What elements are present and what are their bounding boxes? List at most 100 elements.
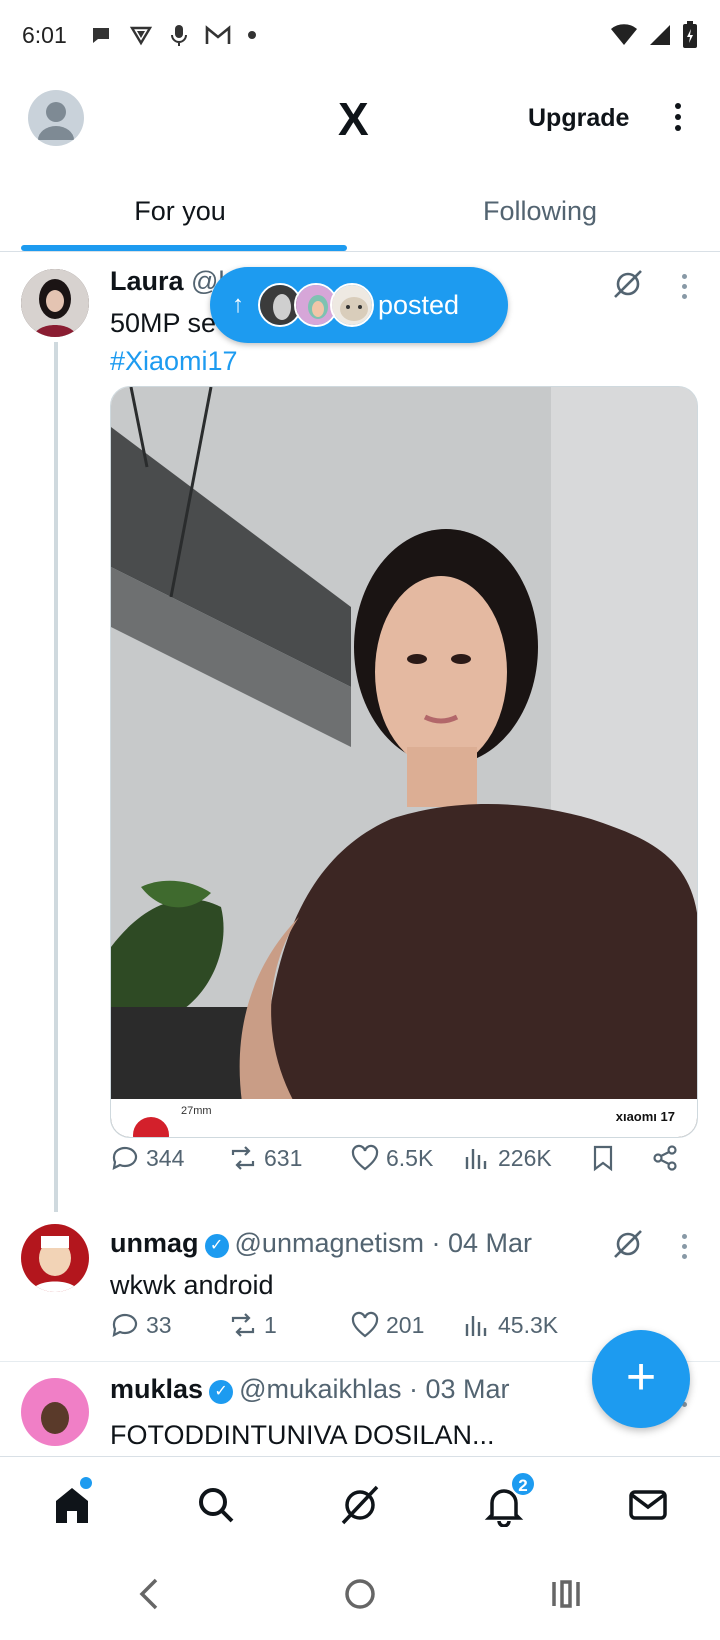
arrow-up-icon: ↑	[232, 291, 244, 318]
like-button[interactable]: 6.5K	[350, 1143, 433, 1173]
nav-home[interactable]	[50, 1477, 94, 1527]
grok-icon[interactable]	[612, 1228, 644, 1260]
post-author[interactable]: unmag ✓ @unmagnetism · 04 Mar	[110, 1228, 532, 1259]
post-author[interactable]: Laura @l	[110, 266, 224, 297]
home-icon	[56, 1488, 88, 1523]
avatar[interactable]	[21, 269, 89, 337]
like-count: 6.5K	[386, 1144, 434, 1171]
views-icon	[465, 1149, 487, 1169]
nav-grok[interactable]	[338, 1483, 382, 1527]
post[interactable]: Laura @l 50MP se #Xiaomi17 27mm xıaomı 1…	[0, 252, 720, 1212]
verified-badge-icon: ✓	[204, 1234, 229, 1258]
post-actions: 344 631 6.5K 226K	[110, 1143, 690, 1183]
notification-count-badge: 2	[510, 1471, 536, 1497]
repost-count: 1	[264, 1311, 277, 1338]
author-handle: @mukaikhlas · 03 Mar	[239, 1374, 510, 1404]
verified-badge-icon: ✓	[209, 1380, 234, 1404]
bookmark-icon	[593, 1145, 613, 1172]
author-name: Laura	[110, 266, 184, 296]
avatar[interactable]	[21, 1378, 89, 1446]
post-image[interactable]: 27mm xıaomı 17	[110, 386, 698, 1138]
post-text: 50MP se	[110, 308, 217, 338]
post-actions: 33 1 201 45.3K	[110, 1310, 690, 1350]
nav-messages[interactable]	[626, 1483, 670, 1527]
status-bar: 6:01	[0, 0, 720, 70]
author-handle: @unmagnetism · 04 Mar	[234, 1228, 533, 1258]
reply-button[interactable]: 33	[110, 1310, 172, 1340]
x-logo: X	[338, 93, 369, 145]
views-count: 226K	[498, 1144, 552, 1171]
repost-icon	[231, 1313, 255, 1337]
back-icon[interactable]	[130, 1574, 170, 1614]
like-button[interactable]: 201	[350, 1310, 424, 1340]
upgrade-button[interactable]: Upgrade	[528, 104, 629, 133]
chat-icon	[92, 28, 109, 43]
media-footer-text: 27mm	[181, 1105, 212, 1117]
recents-icon[interactable]	[546, 1574, 586, 1614]
default-avatar-icon	[38, 102, 74, 140]
heart-icon	[351, 1311, 379, 1338]
post-text: wkwk android	[110, 1270, 274, 1300]
grok-icon	[341, 1485, 379, 1525]
pill-label: posted	[378, 289, 460, 320]
search-icon	[199, 1488, 234, 1523]
views-button[interactable]: 45.3K	[462, 1310, 558, 1340]
vpn-icon	[129, 26, 152, 46]
thread-line	[54, 342, 58, 1212]
post-more-button[interactable]	[680, 1234, 688, 1264]
repost-count: 631	[264, 1144, 303, 1171]
system-status-icons	[610, 21, 698, 49]
notification-icons	[89, 23, 257, 47]
gmail-icon	[205, 25, 231, 44]
signal-icon	[650, 25, 670, 45]
timeline-tabs: For you Following	[0, 178, 720, 252]
dot-icon	[247, 31, 256, 39]
repost-button[interactable]: 1	[228, 1310, 277, 1340]
media-footer-brand: xıaomı 17	[615, 1109, 675, 1124]
tab-following[interactable]: Following	[360, 178, 720, 251]
photo	[111, 387, 697, 1137]
tab-label: For you	[134, 196, 226, 226]
views-icon	[465, 1316, 487, 1336]
compose-post-button[interactable]: +	[592, 1330, 690, 1428]
bookmark-button[interactable]	[588, 1143, 618, 1173]
tab-for-you[interactable]: For you	[0, 178, 360, 251]
status-time: 6:01	[22, 21, 67, 48]
reply-icon	[112, 1313, 138, 1337]
top-app-bar: X Upgrade	[0, 78, 720, 158]
repost-button[interactable]: 631	[228, 1143, 302, 1173]
views-count: 45.3K	[498, 1311, 559, 1338]
new-posts-pill[interactable]: ↑ posted	[210, 267, 508, 343]
mic-icon	[170, 25, 187, 46]
reply-count: 344	[146, 1144, 185, 1171]
nav-search[interactable]	[194, 1483, 238, 1527]
share-icon	[653, 1145, 677, 1171]
tab-label: Following	[482, 196, 598, 226]
profile-avatar-button[interactable]	[28, 90, 84, 146]
hashtag-link[interactable]: #Xiaomi17	[110, 342, 238, 380]
grok-icon[interactable]	[612, 268, 644, 300]
author-name: unmag	[110, 1228, 199, 1258]
battery-icon	[683, 21, 697, 48]
reply-count: 33	[146, 1311, 172, 1338]
mail-icon	[629, 1490, 667, 1520]
home-circle-icon[interactable]	[340, 1574, 380, 1614]
reply-button[interactable]: 344	[110, 1143, 184, 1173]
system-navigation-bar	[0, 1552, 720, 1640]
post-author[interactable]: muklas ✓ @mukaikhlas · 03 Mar	[110, 1374, 510, 1405]
bottom-navigation: 2	[0, 1456, 720, 1552]
heart-icon	[351, 1144, 379, 1171]
like-count: 201	[386, 1311, 425, 1338]
post-more-button[interactable]	[680, 274, 688, 304]
repost-icon	[231, 1146, 255, 1170]
avatar	[330, 283, 374, 327]
home-unread-dot	[80, 1477, 92, 1489]
nav-notifications[interactable]: 2	[482, 1471, 536, 1528]
post-text: FOTODDINTUNIVA DOSILAN...	[110, 1420, 495, 1450]
reply-icon	[112, 1146, 138, 1170]
author-name: muklas	[110, 1374, 204, 1404]
overflow-menu-button[interactable]	[670, 100, 686, 136]
share-button[interactable]	[650, 1143, 680, 1173]
views-button[interactable]: 226K	[462, 1143, 552, 1173]
avatar[interactable]	[21, 1224, 89, 1292]
